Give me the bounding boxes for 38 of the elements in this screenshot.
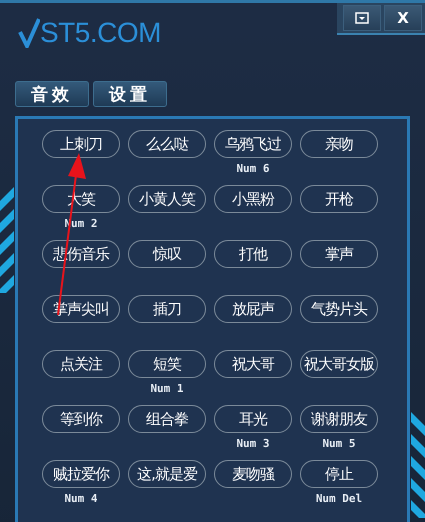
hotkey-label: Num 6 (236, 162, 270, 175)
sound-button[interactable]: 祝大哥 (214, 350, 292, 378)
close-button[interactable]: X (384, 5, 422, 31)
sound-button[interactable]: 乌鸦飞过 (214, 130, 292, 158)
tab[interactable]: 设置 (93, 81, 167, 107)
check-icon (18, 18, 40, 48)
hotkey-label: Num 5 (322, 437, 356, 450)
sound-button[interactable]: 等到你 (42, 405, 120, 433)
sound-button[interactable]: 这,就是爱 (128, 460, 206, 488)
sound-button[interactable]: 小黑粉 (214, 185, 292, 213)
sound-button[interactable]: 放屁声 (214, 295, 292, 323)
hotkey-label: Num Del (316, 492, 362, 505)
hotkey-label: Num 3 (236, 437, 270, 450)
sound-button[interactable]: 组合拳 (128, 405, 206, 433)
sound-button[interactable]: 上刺刀 (42, 130, 120, 158)
sound-button[interactable]: 打他 (214, 240, 292, 268)
sound-button[interactable]: 掌声 (300, 240, 378, 268)
sound-button[interactable]: 插刀 (128, 295, 206, 323)
sound-button[interactable]: 开枪 (300, 185, 378, 213)
logo: ST5.COM (40, 17, 161, 49)
sound-button[interactable]: 点关注 (42, 350, 120, 378)
hotkey-label: Num 1 (150, 382, 184, 395)
sound-button[interactable]: 短笑 (128, 350, 206, 378)
sound-button[interactable]: 谢谢朋友 (300, 405, 378, 433)
sound-button[interactable]: 亲吻 (300, 130, 378, 158)
dropdown-icon (355, 12, 369, 24)
sound-button[interactable]: 耳光 (214, 405, 292, 433)
sound-button[interactable]: 小黄人笑 (128, 185, 206, 213)
tab[interactable]: 音效 (15, 81, 89, 107)
sound-button[interactable]: 祝大哥女版 (300, 350, 378, 378)
sound-button[interactable]: 停止 (300, 460, 378, 488)
sound-button[interactable]: 贼拉爱你 (42, 460, 120, 488)
sound-button[interactable]: 麦吻骚 (214, 460, 292, 488)
dropdown-button[interactable] (343, 5, 381, 31)
hotkey-label: Num 4 (64, 492, 98, 505)
sound-button[interactable]: 么么哒 (128, 130, 206, 158)
sound-button[interactable]: 气势片头 (300, 295, 378, 323)
sound-button[interactable]: 惊叹 (128, 240, 206, 268)
